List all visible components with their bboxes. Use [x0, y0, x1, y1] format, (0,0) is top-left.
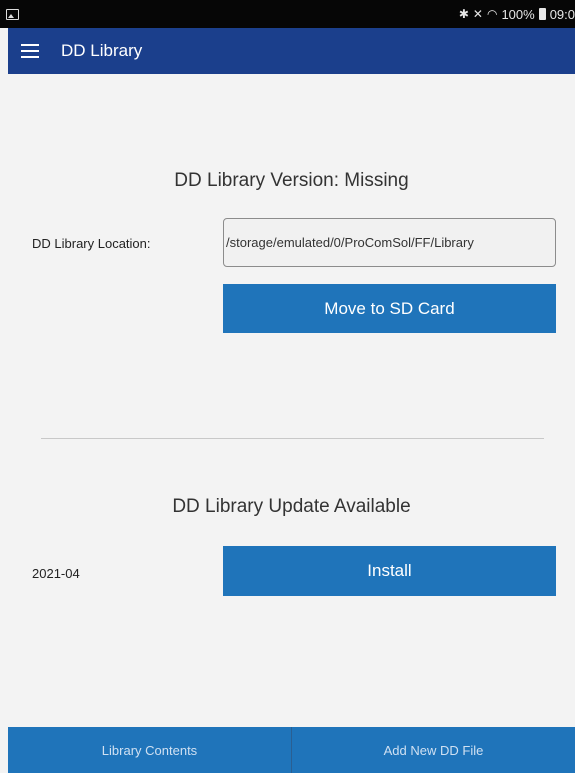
app-title: DD Library [61, 41, 143, 60]
battery-percent: 100% [501, 6, 535, 22]
image-icon [6, 8, 19, 20]
app-bar: DD Library [8, 28, 575, 74]
library-location-field[interactable]: /storage/emulated/0/ProComSol/FF/Library [223, 218, 556, 267]
status-left [6, 8, 19, 20]
mute-icon: ✕ [472, 7, 483, 21]
bluetooth-icon: ✱ [458, 7, 469, 21]
status-bar: ✱ ✕ ◠ 100% 09:0 [0, 0, 575, 28]
tab-add-new-dd-file[interactable]: Add New DD File [291, 727, 575, 773]
hamburger-menu-icon[interactable] [21, 44, 39, 58]
wifi-icon: ◠ [486, 7, 498, 21]
status-time: 09:0 [549, 6, 575, 22]
status-right: ✱ ✕ ◠ 100% 09:0 [459, 7, 575, 22]
main-content: DD Library Version: Missing DD Library L… [8, 74, 575, 727]
section-divider [41, 438, 544, 439]
battery-icon [538, 8, 546, 20]
update-available-heading: DD Library Update Available [172, 496, 411, 517]
update-version-label: 2021-04 [32, 566, 80, 581]
library-location-label: DD Library Location: [32, 236, 151, 251]
library-version-heading: DD Library Version: Missing [174, 170, 409, 191]
move-to-sd-card-button[interactable]: Move to SD Card [223, 284, 556, 333]
bottom-tab-bar: Library Contents Add New DD File [8, 727, 575, 773]
install-button[interactable]: Install [223, 546, 556, 596]
tab-library-contents[interactable]: Library Contents [8, 727, 291, 773]
